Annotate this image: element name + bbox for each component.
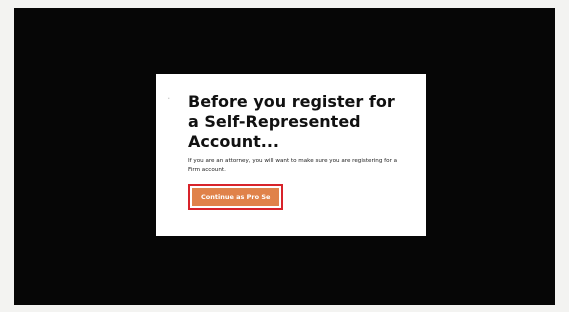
dialog-title: Before you register for a Self-Represent…	[188, 92, 395, 151]
continue-as-pro-se-button[interactable]: Continue as Pro Se	[192, 188, 280, 206]
button-highlight-box: Continue as Pro Se	[188, 184, 284, 210]
dialog-message: If you are an attorney, you will want to…	[188, 158, 398, 173]
close-icon[interactable]: ·	[167, 93, 171, 104]
dark-backdrop: · Before you register for a Self-Represe…	[14, 8, 555, 305]
registration-dialog: · Before you register for a Self-Represe…	[156, 74, 426, 236]
